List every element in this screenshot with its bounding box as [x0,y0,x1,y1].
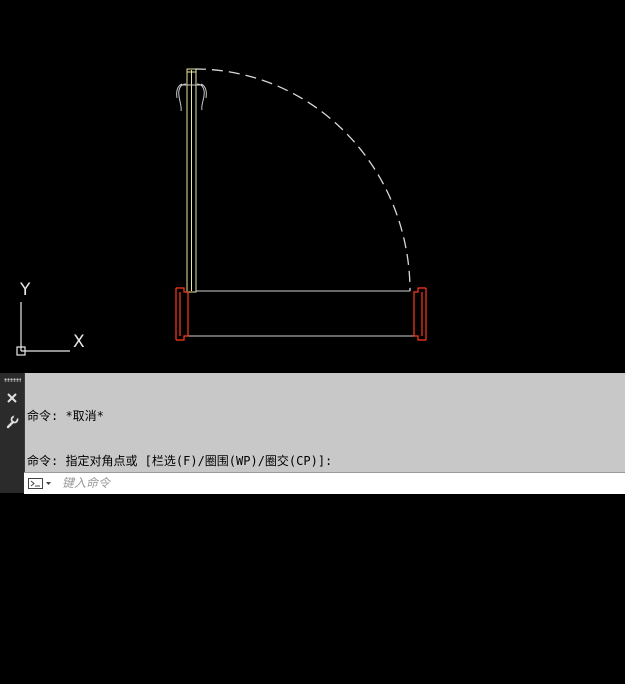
history-line: 命令: *取消* [27,500,104,515]
drawing-viewport[interactable]: X Y [0,0,625,373]
drawing-canvas[interactable] [0,0,625,373]
command-input[interactable] [62,475,602,491]
door-swing-arc [194,68,411,292]
door-leaf [186,68,197,293]
history-line: 命令: 指定对角点或 [栏选(F)/圈围(WP)/圈交(CP)]: [27,638,333,653]
command-line-toolbar [0,373,25,493]
command-history: 命令: *取消* 命令: 指定对角点或 [栏选(F)/圈围(WP)/圈交(CP)… [27,378,621,684]
close-icon[interactable] [3,389,21,407]
ucs-icon [16,302,70,356]
threshold [184,290,414,337]
history-line: 命令: 指定对角点或 [栏选(F)/圈围(WP)/圈交(CP)]: [27,454,333,469]
drag-grip-icon[interactable] [4,378,21,382]
history-line: 命令: <三维对象捕捉 开> [27,546,179,561]
command-prompt-icon[interactable] [28,477,58,490]
command-line-panel: 命令: *取消* 命令: 指定对角点或 [栏选(F)/圈围(WP)/圈交(CP)… [0,373,625,652]
ucs-x-label: X [73,332,85,352]
wrench-icon[interactable] [3,413,21,431]
command-input-row [24,472,625,494]
door-frame-right [413,287,427,341]
door-frame-left [175,287,189,341]
history-line: 命令: *取消* [27,408,104,423]
ucs-y-label: Y [20,280,31,300]
history-line: 命令: 指定对角点或 [栏选(F)/圈围(WP)/圈交(CP)]: [27,592,333,607]
